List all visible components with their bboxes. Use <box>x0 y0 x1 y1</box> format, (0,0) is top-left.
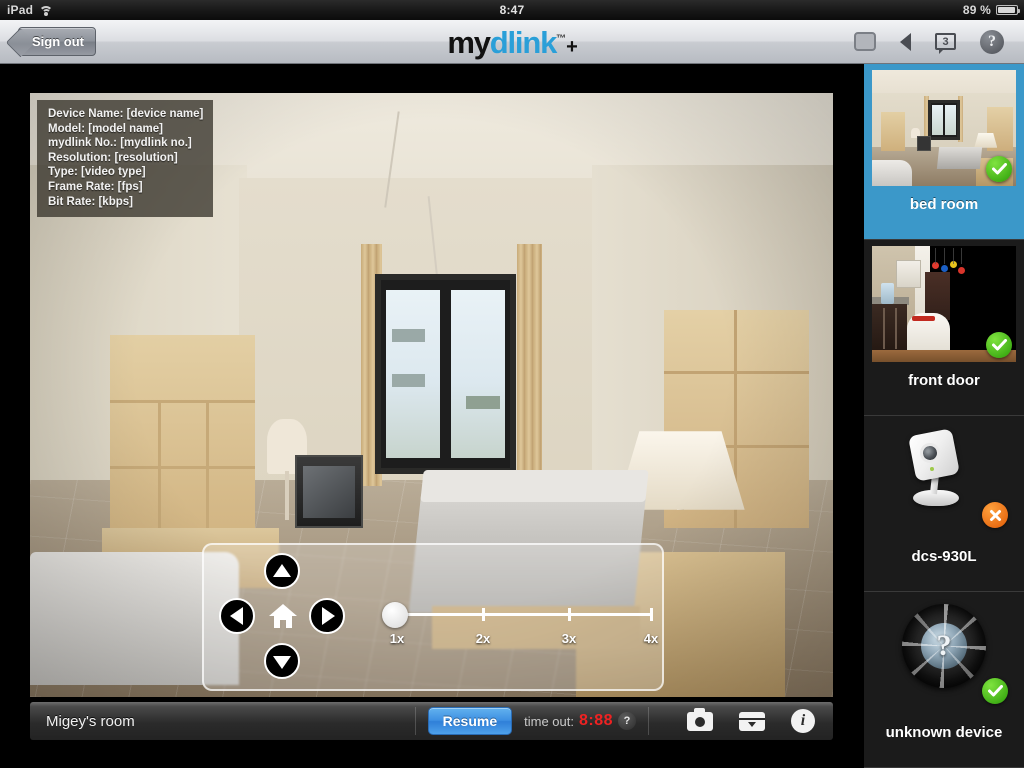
ptz-left-button[interactable] <box>219 598 255 634</box>
status-badge-online <box>986 332 1012 358</box>
check-icon <box>991 339 1007 351</box>
device-name-label: front door <box>908 372 980 389</box>
screen-button[interactable] <box>854 32 876 51</box>
unknown-device-lens-icon: ? <box>902 604 986 688</box>
left-arrow-icon <box>229 607 243 625</box>
divider <box>414 707 416 735</box>
overlay-mydlink-no: mydlink No.: [mydlink no.] <box>48 137 192 150</box>
device-item-front-door[interactable]: front door <box>864 240 1024 416</box>
messages-icon: 3 <box>935 33 956 54</box>
live-video-view[interactable]: Device Name: [device name] Model: [model… <box>30 93 833 697</box>
zoom-slider-handle[interactable] <box>382 602 408 628</box>
overlay-device-name: Device Name: [device name] <box>48 108 204 120</box>
ptz-right-button[interactable] <box>309 598 345 634</box>
device-item-unknown-device[interactable]: ? unknown device <box>864 592 1024 768</box>
speaker-icon <box>900 32 911 51</box>
zoom-tick-2x <box>482 608 485 621</box>
app-root: iPad 8:47 89 % Sign out mydlink™+ 3 ? De… <box>0 0 1024 768</box>
device-thumbnail: ? <box>872 598 1016 714</box>
timeout-indicator: time out: 8:88 ? <box>524 712 636 730</box>
zoom-tick-3x <box>568 608 571 621</box>
status-badge-online <box>982 678 1008 704</box>
check-icon <box>991 163 1007 175</box>
ptz-control-panel: 1x 2x 3x 4x <box>202 543 664 691</box>
messages-button[interactable]: 3 <box>935 33 956 54</box>
video-info-overlay: Device Name: [device name] Model: [model… <box>37 100 214 218</box>
ios-status-bar: iPad 8:47 89 % <box>0 0 1024 20</box>
right-arrow-icon <box>321 607 335 625</box>
video-stage: Device Name: [device name] Model: [model… <box>0 64 864 768</box>
device-thumbnail <box>872 422 1016 538</box>
video-action-buttons: i <box>667 707 833 733</box>
check-icon <box>987 685 1003 697</box>
logo-my: my <box>447 24 491 60</box>
timeout-value: 8:88 <box>578 712 613 729</box>
toolbar-icons: 3 ? <box>854 29 1024 54</box>
speaker-button[interactable] <box>900 32 911 51</box>
status-badge-online <box>986 156 1012 182</box>
ptz-up-button[interactable] <box>264 553 300 589</box>
playback-controls: Resume time out: 8:88 ? <box>414 707 649 735</box>
zoom-tick-4x <box>650 608 653 621</box>
device-item-bed-room[interactable]: bed room <box>864 64 1024 240</box>
overlay-resolution: Resolution: [resolution] <box>48 151 178 164</box>
ptz-down-button[interactable] <box>264 643 300 679</box>
app-toolbar: Sign out mydlink™+ 3 ? <box>0 20 1024 64</box>
status-badge-offline <box>982 502 1008 528</box>
snapshot-button[interactable] <box>687 707 713 731</box>
camera-product-icon <box>906 428 962 506</box>
ptz-dpad <box>214 551 350 687</box>
timeout-help-icon[interactable]: ? <box>618 712 636 730</box>
device-list-sidebar: bed room front door dcs-930L ? unknown d… <box>864 64 1024 768</box>
info-button[interactable]: i <box>791 709 815 733</box>
battery-icon <box>996 5 1020 15</box>
help-icon: ? <box>980 29 1004 54</box>
messages-count: 3 <box>942 35 949 48</box>
zoom-slider[interactable]: 1x 2x 3x 4x <box>382 599 658 661</box>
logo-trademark: ™ <box>556 33 567 45</box>
record-button[interactable] <box>739 711 765 731</box>
device-name-label: unknown device <box>885 724 1003 741</box>
camera-name-label: Migey's room <box>46 712 135 730</box>
screen-icon <box>854 32 876 51</box>
snapshot-icon <box>687 707 713 731</box>
device-name-label: dcs-930L <box>911 548 977 565</box>
record-icon <box>739 711 765 731</box>
timeout-label: time out: <box>524 713 574 729</box>
ptz-home-button[interactable] <box>268 602 298 630</box>
logo-dlink: dlink <box>489 24 558 60</box>
zoom-label-2x: 2x <box>475 631 491 646</box>
status-bar-clock: 8:47 <box>499 3 525 17</box>
overlay-model: Model: [model name] <box>48 122 164 135</box>
zoom-label-3x: 3x <box>561 631 577 646</box>
down-arrow-icon <box>273 655 291 669</box>
up-arrow-icon <box>273 563 291 577</box>
device-name-label: bed room <box>909 196 979 213</box>
info-icon: i <box>791 709 815 733</box>
zoom-label-1x: 1x <box>389 631 405 646</box>
home-icon <box>269 604 297 628</box>
overlay-bit-rate: Bit Rate: [kbps] <box>48 195 133 208</box>
sign-out-label: Sign out <box>32 34 84 49</box>
zoom-slider-track <box>396 613 652 616</box>
device-thumbnail <box>872 246 1016 362</box>
zoom-label-4x: 4x <box>643 631 659 646</box>
divider <box>648 707 649 735</box>
device-item-dcs-930l[interactable]: dcs-930L <box>864 416 1024 592</box>
device-thumbnail <box>872 70 1016 186</box>
overlay-frame-rate: Frame Rate: [fps] <box>48 180 143 193</box>
sign-out-button[interactable]: Sign out <box>18 27 96 56</box>
video-control-bar: Migey's room Resume time out: 8:88 ? i <box>30 702 833 740</box>
overlay-type: Type: [video type] <box>48 166 146 179</box>
help-button[interactable]: ? <box>980 29 1004 54</box>
cross-icon <box>989 509 1001 521</box>
logo-plus: + <box>566 35 578 58</box>
resume-button[interactable]: Resume <box>427 707 513 735</box>
